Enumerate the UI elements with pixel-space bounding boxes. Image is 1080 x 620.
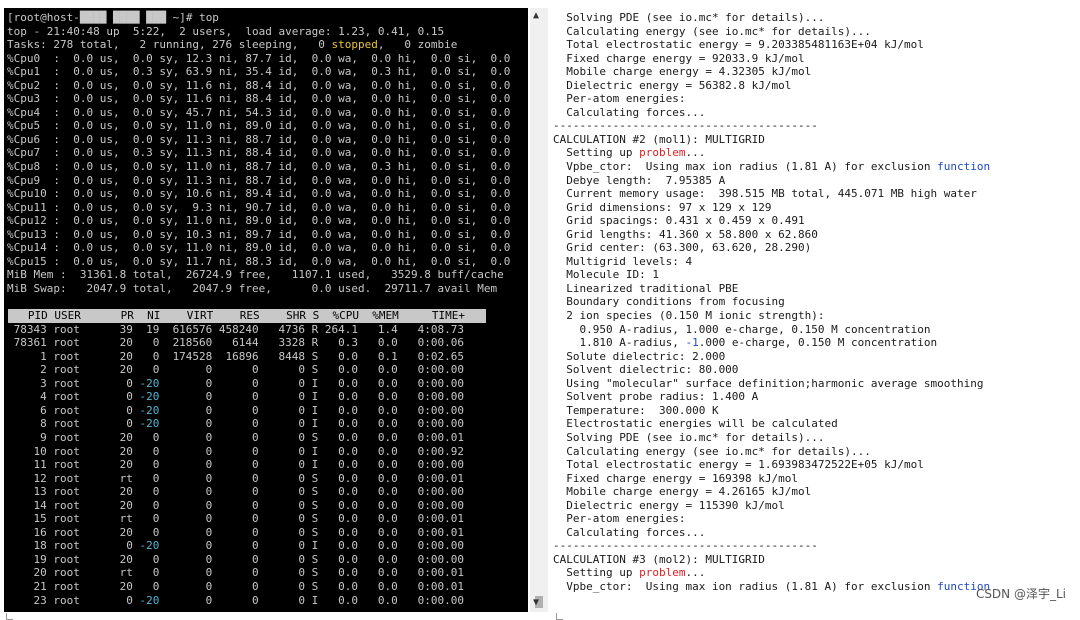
terminal-line: %Cpu12 : 0.0 us, 0.0 sy, 11.0 ni, 89.0 i… (7, 214, 511, 228)
terminal-line: Grid spacings: 0.431 x 0.459 x 0.491 (553, 214, 805, 228)
terminal-line: %Cpu4 : 0.0 us, 0.0 sy, 45.7 ni, 54.3 id… (7, 105, 511, 119)
process-row: 3 root 0 -20 0 0 0 I 0.0 0.0 0:00.00 (7, 376, 464, 390)
terminal-line: Setting up problem... (553, 566, 706, 580)
terminal-line: Debye length: 7.95385 A (553, 173, 726, 187)
terminal-line: %Cpu9 : 0.0 us, 0.0 sy, 11.3 ni, 88.7 id… (7, 173, 511, 187)
terminal-line: Total electrostatic energy = 1.693983472… (553, 458, 924, 472)
process-row: 8 root 0 -20 0 0 0 I 0.0 0.0 0:00.00 (7, 417, 464, 431)
terminal-line: Calculating energy (see io.mc* for detai… (553, 24, 871, 38)
terminal-line: Mobile charge energy = 4.32305 kJ/mol (553, 65, 812, 79)
apbs-output-pane[interactable]: Solving PDE (see io.mc* for details)... … (550, 8, 1080, 612)
terminal-line: Solvent dielectric: 80.000 (553, 363, 739, 377)
terminal-line: MiB Swap: 2047.9 total, 2047.9 free, 0.0… (7, 281, 498, 295)
process-row: 16 root 20 0 0 0 0 S 0.0 0.0 0:00.01 (7, 525, 464, 539)
terminal-line: Molecule ID: 1 (553, 268, 659, 282)
process-row: 12 root rt 0 0 0 0 S 0.0 0.0 0:00.01 (7, 471, 464, 485)
terminal-line: %Cpu3 : 0.0 us, 0.0 sy, 11.6 ni, 88.4 id… (7, 92, 511, 106)
top-terminal-pane[interactable]: [root@host-████ ████ ███ ~]# top top - 21… (4, 8, 528, 612)
terminal-line: Grid center: (63.300, 63.620, 28.290) (553, 241, 812, 255)
terminal-line: Dielectric energy = 115390 kJ/mol (553, 498, 785, 512)
terminal-line: Fixed charge energy = 92033.9 kJ/mol (553, 51, 805, 65)
terminal-line: Dielectric energy = 56382.8 kJ/mol (553, 78, 792, 92)
terminal-line: Current memory usage: 398.515 MB total, … (553, 187, 977, 201)
terminal-line: %Cpu2 : 0.0 us, 0.0 sy, 11.6 ni, 88.4 id… (7, 78, 511, 92)
terminal-line: Calculating forces... (553, 525, 706, 539)
process-row: 1 root 20 0 174528 16896 8448 S 0.0 0.1 … (7, 349, 464, 363)
terminal-line: %Cpu0 : 0.0 us, 0.0 sy, 12.3 ni, 87.7 id… (7, 51, 511, 65)
terminal-line: Mobile charge energy = 4.26165 kJ/mol (553, 485, 812, 499)
process-table-header: PID USER PR NI VIRT RES SHR S %CPU %MEM … (8, 309, 486, 323)
pane-corner-mark-left (6, 613, 13, 620)
process-row: 11 root 20 0 0 0 0 I 0.0 0.0 0:00.00 (7, 458, 464, 472)
terminal-line: ---------------------------------------- (553, 539, 818, 553)
terminal-line: Solute dielectric: 2.000 (553, 349, 726, 363)
terminal-line: %Cpu11 : 0.0 us, 0.0 sy, 9.3 ni, 90.7 id… (7, 200, 511, 214)
terminal-line: top - 21:40:48 up 5:22, 2 users, load av… (7, 24, 445, 38)
vertical-scrollbar[interactable]: ▲ ▼ (530, 8, 548, 612)
terminal-line: %Cpu7 : 0.0 us, 0.3 sy, 11.3 ni, 88.4 id… (7, 146, 511, 160)
terminal-line: CALCULATION #3 (mol2): MULTIGRID (553, 552, 765, 566)
process-row: 2 root 20 0 0 0 0 S 0.0 0.0 0:00.00 (7, 363, 464, 377)
terminal-line: Electrostatic energies will be calculate… (553, 417, 838, 431)
top-output: [root@host-████ ████ ███ ~]# top top - 21… (4, 8, 528, 309)
terminal-line: 0.950 A-radius, 1.000 e-charge, 0.150 M … (553, 322, 931, 336)
process-row: 23 root 0 -20 0 0 0 I 0.0 0.0 0:00.00 (7, 593, 464, 607)
terminal-line: %Cpu1 : 0.0 us, 0.3 sy, 63.9 ni, 35.4 id… (7, 65, 511, 79)
process-row: 13 root 20 0 0 0 0 S 0.0 0.0 0:00.00 (7, 485, 464, 499)
process-row: 10 root 20 0 0 0 0 I 0.0 0.0 0:00.92 (7, 444, 464, 458)
apbs-output: Solving PDE (see io.mc* for details)... … (550, 8, 1080, 594)
terminal-line: Multigrid levels: 4 (553, 254, 693, 268)
terminal-line: Setting up problem... (553, 146, 706, 160)
terminal-line: Grid lengths: 41.360 x 58.800 x 62.860 (553, 227, 818, 241)
terminal-line: Per-atom energies: (553, 512, 686, 526)
process-row: 6 root 0 -20 0 0 0 I 0.0 0.0 0:00.00 (7, 403, 464, 417)
process-row: 4 root 0 -20 0 0 0 I 0.0 0.0 0:00.00 (7, 390, 464, 404)
terminal-line: Total electrostatic energy = 9.203385481… (553, 38, 924, 52)
terminal-line: Solving PDE (see io.mc* for details)... (553, 11, 825, 24)
terminal-line: 1.810 A-radius, -1.000 e-charge, 0.150 M… (553, 336, 938, 350)
terminal-line: Boundary conditions from focusing (553, 295, 785, 309)
process-row: 18 root 0 -20 0 0 0 I 0.0 0.0 0:00.00 (7, 539, 464, 553)
pane-corner-mark-right (556, 613, 563, 620)
scroll-up-arrow-icon[interactable]: ▲ (533, 10, 539, 21)
terminal-line: Using "molecular" surface definition;har… (553, 376, 984, 390)
process-row: 20 root rt 0 0 0 0 S 0.0 0.0 0:00.01 (7, 566, 464, 580)
process-row: 21 root 20 0 0 0 0 S 0.0 0.0 0:00.01 (7, 579, 464, 593)
terminal-line: %Cpu14 : 0.0 us, 0.0 sy, 11.0 ni, 89.0 i… (7, 241, 511, 255)
terminal-line: Per-atom energies: (553, 92, 686, 106)
terminal-line: Solving PDE (see io.mc* for details)... (553, 430, 825, 444)
terminal-line: [root@host-████ ████ ███ ~]# top (7, 11, 219, 24)
process-row: 78361 root 20 0 218560 6144 3328 R 0.3 0… (7, 336, 464, 350)
terminal-line: %Cpu6 : 0.0 us, 0.0 sy, 11.3 ni, 88.7 id… (7, 132, 511, 146)
terminal-line: %Cpu8 : 0.0 us, 0.0 sy, 11.0 ni, 88.7 id… (7, 160, 511, 174)
terminal-line: Tasks: 278 total, 2 running, 276 sleepin… (7, 38, 458, 52)
process-row: 9 root 20 0 0 0 0 S 0.0 0.0 0:00.01 (7, 430, 464, 444)
csdn-watermark: CSDN @泽宇_Li (975, 587, 1066, 601)
terminal-line: %Cpu5 : 0.0 us, 0.0 sy, 11.0 ni, 89.0 id… (7, 119, 511, 133)
terminal-line: ---------------------------------------- (553, 119, 818, 133)
process-row: 15 root rt 0 0 0 0 S 0.0 0.0 0:00.01 (7, 512, 464, 526)
terminal-line: Linearized traditional PBE (553, 281, 739, 295)
terminal-line: CALCULATION #2 (mol1): MULTIGRID (553, 132, 765, 146)
terminal-line: Solvent probe radius: 1.400 A (553, 390, 759, 404)
terminal-line: Calculating forces... (553, 105, 706, 119)
process-table: 78343 root 39 19 616576 458240 4736 R 26… (4, 323, 528, 607)
terminal-line: 2 ion species (0.150 M ionic strength): (553, 309, 825, 323)
process-row: 19 root 20 0 0 0 0 S 0.0 0.0 0:00.00 (7, 552, 464, 566)
process-row: 14 root 20 0 0 0 0 S 0.0 0.0 0:00.00 (7, 498, 464, 512)
terminal-line: Grid dimensions: 97 x 129 x 129 (553, 200, 772, 214)
terminal-line: Vpbe_ctor: Using max ion radius (1.81 A)… (553, 160, 991, 174)
terminal-line: Temperature: 300.000 K (553, 403, 719, 417)
terminal-line: %Cpu15 : 0.0 us, 0.0 sy, 11.7 ni, 88.3 i… (7, 254, 511, 268)
terminal-line: Fixed charge energy = 169398 kJ/mol (553, 471, 799, 485)
process-row: 78343 root 39 19 616576 458240 4736 R 26… (7, 322, 464, 336)
terminal-line: Calculating energy (see io.mc* for detai… (553, 444, 871, 458)
scroll-down-arrow-icon[interactable]: ▼ (533, 597, 539, 608)
terminal-line: %Cpu10 : 0.0 us, 0.0 sy, 10.6 ni, 89.4 i… (7, 187, 511, 201)
terminal-line: %Cpu13 : 0.0 us, 0.0 sy, 10.3 ni, 89.7 i… (7, 227, 511, 241)
terminal-line: MiB Mem : 31361.8 total, 26724.9 free, 1… (7, 268, 504, 282)
